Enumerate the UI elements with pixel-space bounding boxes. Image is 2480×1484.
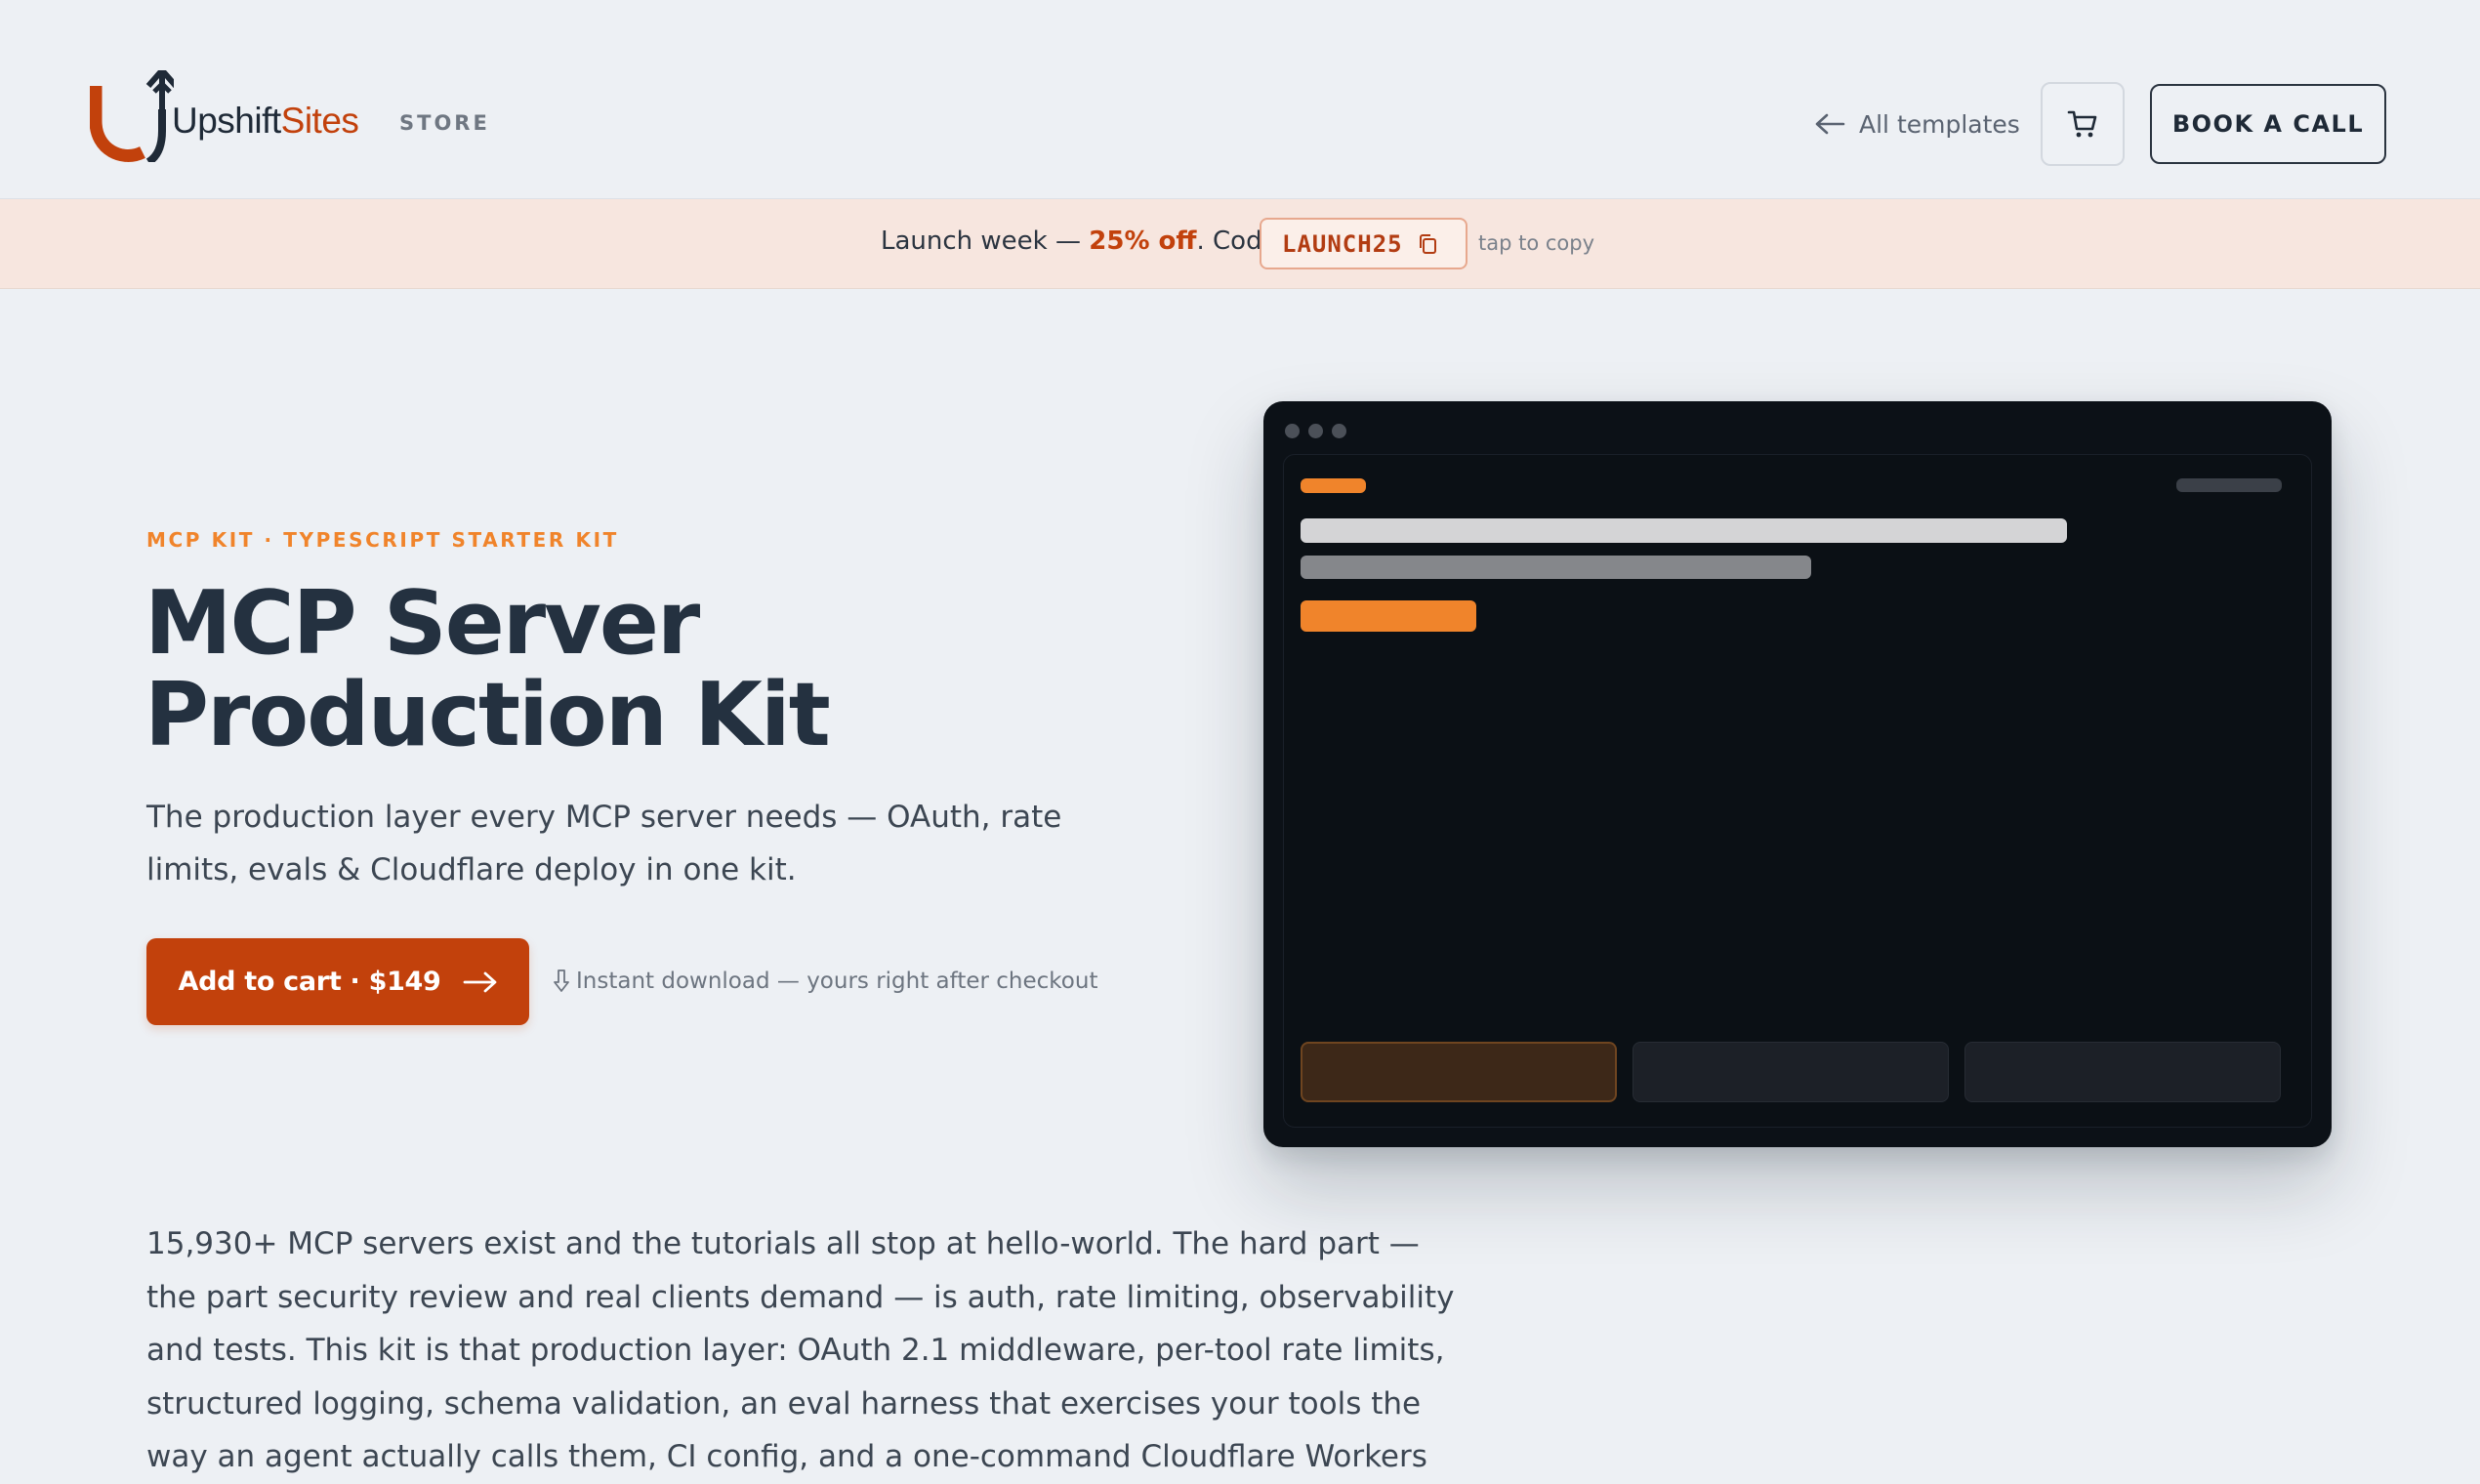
preview-screen	[1283, 454, 2312, 1128]
page-title: MCP Server Production Kit	[145, 578, 1170, 762]
copy-hint: tap to copy	[1478, 231, 1595, 255]
window-dot-icon	[1332, 424, 1346, 438]
preview-button-bar	[1301, 600, 1476, 632]
promo-text: Launch week — 25% off. Code	[881, 227, 1278, 256]
product-description: 15,930+ MCP servers exist and the tutori…	[146, 1226, 1455, 1474]
window-dot-icon	[1285, 424, 1300, 438]
instant-download-text: Instant download — yours right after che…	[576, 969, 1098, 994]
all-templates-label: All templates	[1859, 109, 2020, 139]
window-dot-icon	[1308, 424, 1323, 438]
preview-heading-bar	[1301, 518, 2067, 543]
promo-text-prefix: Launch week —	[881, 227, 1090, 256]
arrow-left-icon	[1815, 113, 1845, 135]
cart-button[interactable]	[2041, 82, 2125, 166]
preview-tile	[1633, 1042, 1949, 1102]
arrow-right-icon	[463, 971, 496, 992]
page-title-line2: Production Kit	[145, 664, 831, 766]
preview-tile	[1301, 1042, 1617, 1102]
upshift-logo-icon[interactable]	[90, 70, 174, 162]
page-title-line1: MCP Server	[145, 572, 700, 675]
preview-tag-bar	[1301, 478, 1366, 493]
site-header: UpshiftSites STORE All templates BOOK A …	[0, 0, 2480, 199]
preview-tile	[1964, 1042, 2281, 1102]
promo-code: LAUNCH25	[1282, 229, 1403, 258]
hero-subtitle: The production layer every MCP server ne…	[146, 800, 1062, 887]
all-templates-link[interactable]: All templates	[1814, 105, 2020, 143]
book-a-call-button[interactable]: BOOK A CALL	[2150, 84, 2386, 164]
download-arrow-icon	[554, 969, 569, 992]
brand-name-part1: Upshift	[172, 101, 281, 141]
brand-name-part2: Sites	[280, 101, 359, 141]
add-to-cart-label: Add to cart · $149	[178, 967, 441, 997]
add-to-cart-button[interactable]: Add to cart · $149	[146, 938, 529, 1025]
product-eyebrow: MCP KIT · TYPESCRIPT STARTER KIT	[146, 528, 619, 552]
promo-code-chip[interactable]: LAUNCH25	[1260, 218, 1467, 269]
promo-discount: 25% off	[1089, 227, 1197, 256]
instant-download-note: Instant download — yours right after che…	[553, 966, 1097, 997]
preview-nav-bar	[2176, 478, 2282, 492]
product-preview-window	[1263, 401, 2332, 1147]
brand-name[interactable]: UpshiftSites	[172, 101, 359, 142]
store-label: STORE	[399, 111, 490, 135]
copy-icon	[1419, 233, 1436, 254]
cart-icon	[2067, 110, 2097, 138]
preview-subheading-bar	[1301, 556, 1811, 579]
